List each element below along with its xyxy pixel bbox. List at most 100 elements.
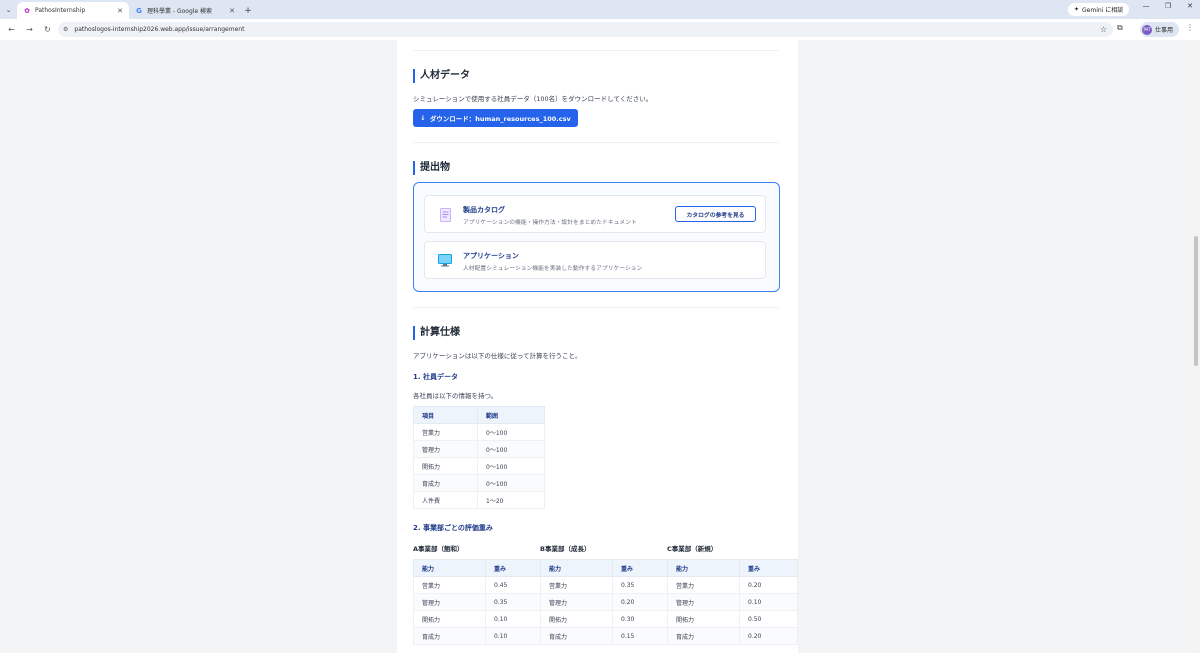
page-scrollbar[interactable] xyxy=(1192,40,1200,653)
minimize-icon[interactable]: — xyxy=(1136,2,1156,10)
table-cell: 0.10 xyxy=(485,627,541,645)
document-icon xyxy=(438,207,452,222)
gemini-label: Gemini に相談 xyxy=(1082,7,1124,14)
table-cell: 0.35 xyxy=(485,593,541,611)
url-text: pathoslogos-internship2026.web.app/issue… xyxy=(74,26,245,33)
table-cell: 0.50 xyxy=(739,610,798,628)
table-cell: 0〜100 xyxy=(477,423,545,441)
forward-icon[interactable]: → xyxy=(23,23,36,36)
content-card: 人材データ シミュレーションで使用する社員データ（100名）をダウンロードしてく… xyxy=(397,40,798,653)
site-info-icon[interactable]: ⚙ xyxy=(63,26,68,33)
back-icon[interactable]: ← xyxy=(5,23,18,36)
employee-data-description: 各社員は以下の情報を持つ。 xyxy=(413,392,498,400)
table-row: 開拓力 0.10 開拓力 0.30 開拓力 0.50 xyxy=(413,610,798,628)
profile-name: 仕事用 xyxy=(1155,27,1174,34)
table-header-row: 項目 範囲 xyxy=(413,406,545,424)
table-cell: 人件費 xyxy=(413,491,478,509)
address-bar[interactable]: ⚙ pathoslogos-internship2026.web.app/iss… xyxy=(58,22,1113,37)
bookmark-star-icon[interactable]: ☆ xyxy=(1100,25,1107,34)
division-c-label: C事業部（新規） xyxy=(667,545,718,553)
hr-data-heading: 人材データ xyxy=(413,69,470,83)
divider xyxy=(413,307,779,308)
column-header: 能力 xyxy=(413,559,486,577)
browser-toolbar: ← → ↻ ⚙ pathoslogos-internship2026.web.a… xyxy=(0,19,1200,40)
scrollbar-thumb[interactable] xyxy=(1194,236,1198,366)
download-arrow-icon: ↓ xyxy=(420,114,426,122)
table-cell: 0〜100 xyxy=(477,474,545,492)
table-cell: 1〜20 xyxy=(477,491,545,509)
table-row: 開拓力 0〜100 xyxy=(413,457,545,475)
table-row: 育成力 0.10 育成力 0.15 育成力 0.20 xyxy=(413,627,798,645)
table-cell: 営業力 xyxy=(540,576,613,594)
tab-title: 理科學業 - Google 検索 xyxy=(147,8,213,15)
menu-icon[interactable]: ⋮ xyxy=(1186,23,1194,32)
table-cell: 0.45 xyxy=(485,576,541,594)
employee-attributes-table: 項目 範囲 営業力 0〜100 管理力 0〜100 開拓力 0〜100 育成力 0〜10… xyxy=(413,406,545,509)
employee-data-title: 1. 社員データ xyxy=(413,373,458,381)
deliverables-heading: 提出物 xyxy=(413,161,450,175)
table-cell: 開拓力 xyxy=(667,610,740,628)
column-header: 重み xyxy=(485,559,541,577)
table-cell: 営業力 xyxy=(413,423,478,441)
view-catalog-reference-button[interactable]: カタログの参考を見る xyxy=(675,206,756,222)
table-cell: 開拓力 xyxy=(540,610,613,628)
division-weights-table: 能力 重み 能力 重み 能力 重み 営業力 0.45 営業力 0.35 営業力 0.2… xyxy=(413,559,798,645)
table-cell: 営業力 xyxy=(413,576,486,594)
table-cell: 0.30 xyxy=(612,610,668,628)
column-header: 能力 xyxy=(667,559,740,577)
table-row: 人件費 1〜20 xyxy=(413,491,545,509)
hr-data-description: シミュレーションで使用する社員データ（100名）をダウンロードしてください。 xyxy=(413,95,653,103)
table-cell: 管理力 xyxy=(413,440,478,458)
column-header: 能力 xyxy=(540,559,613,577)
deliverable-description: アプリケーションの機能・操作方法・設計をまとめたドキュメント xyxy=(463,220,637,226)
table-cell: 管理力 xyxy=(413,593,486,611)
table-header-row: 能力 重み 能力 重み 能力 重み xyxy=(413,559,798,577)
tab-strip: ⌄ ✿ PathosInternship ✕ G 理科學業 - Google 検… xyxy=(0,0,1200,19)
google-favicon-icon: G xyxy=(136,6,142,15)
column-header: 範囲 xyxy=(477,406,545,424)
deliverable-catalog: 製品カタログ アプリケーションの機能・操作方法・設計をまとめたドキュメント カタ… xyxy=(424,195,766,233)
table-row: 管理力 0〜100 xyxy=(413,440,545,458)
reload-icon[interactable]: ↻ xyxy=(41,23,54,36)
table-row: 育成力 0〜100 xyxy=(413,474,545,492)
avatar: PAT xyxy=(1142,24,1152,35)
divider xyxy=(413,142,779,143)
new-tab-button[interactable]: + xyxy=(241,2,255,19)
table-cell: 0.15 xyxy=(612,627,668,645)
close-icon[interactable]: ✕ xyxy=(117,7,123,15)
window-close-icon[interactable]: ✕ xyxy=(1180,2,1200,10)
divider xyxy=(413,50,779,51)
close-icon[interactable]: ✕ xyxy=(229,7,235,15)
extensions-icon[interactable]: ⧉ xyxy=(1117,23,1123,33)
table-cell: 0.20 xyxy=(612,593,668,611)
download-csv-button[interactable]: ↓ ダウンロード：human_resources_100.csv xyxy=(413,109,578,127)
table-row: 管理力 0.35 管理力 0.20 管理力 0.10 xyxy=(413,593,798,611)
restore-icon[interactable]: ❐ xyxy=(1158,2,1178,10)
column-header: 項目 xyxy=(413,406,478,424)
profile-button[interactable]: PAT 仕事用 xyxy=(1140,22,1180,37)
deliverable-application: アプリケーション 人材配置シミュレーション機能を実装した動作するアプリケーション xyxy=(424,241,766,279)
table-cell: 育成力 xyxy=(667,627,740,645)
table-cell: 0〜100 xyxy=(477,457,545,475)
sparkle-icon: ✦ xyxy=(1074,6,1080,13)
pathos-favicon-icon: ✿ xyxy=(24,6,30,15)
tab-google-search[interactable]: G 理科學業 - Google 検索 ✕ xyxy=(129,2,241,19)
division-b-label: B事業部（成長） xyxy=(540,545,591,553)
spec-heading: 計算仕様 xyxy=(413,326,460,340)
table-cell: 管理力 xyxy=(667,593,740,611)
table-cell: 管理力 xyxy=(540,593,613,611)
column-header: 重み xyxy=(739,559,798,577)
download-label: ダウンロード：human_resources_100.csv xyxy=(429,115,571,123)
gemini-button[interactable]: ✦ Gemini に相談 xyxy=(1068,3,1130,16)
table-cell: 開拓力 xyxy=(413,457,478,475)
table-cell: 育成力 xyxy=(413,627,486,645)
table-cell: 0.35 xyxy=(612,576,668,594)
tab-pathos[interactable]: ✿ PathosInternship ✕ xyxy=(17,2,129,19)
table-row: 営業力 0.45 営業力 0.35 営業力 0.20 xyxy=(413,576,798,594)
table-row: 営業力 0〜100 xyxy=(413,423,545,441)
division-a-label: A事業部（飽和） xyxy=(413,545,464,553)
deliverables-box: 製品カタログ アプリケーションの機能・操作方法・設計をまとめたドキュメント カタ… xyxy=(413,182,780,292)
column-header: 重み xyxy=(612,559,668,577)
tab-search-icon[interactable]: ⌄ xyxy=(0,0,17,19)
table-cell: 0.10 xyxy=(739,593,798,611)
